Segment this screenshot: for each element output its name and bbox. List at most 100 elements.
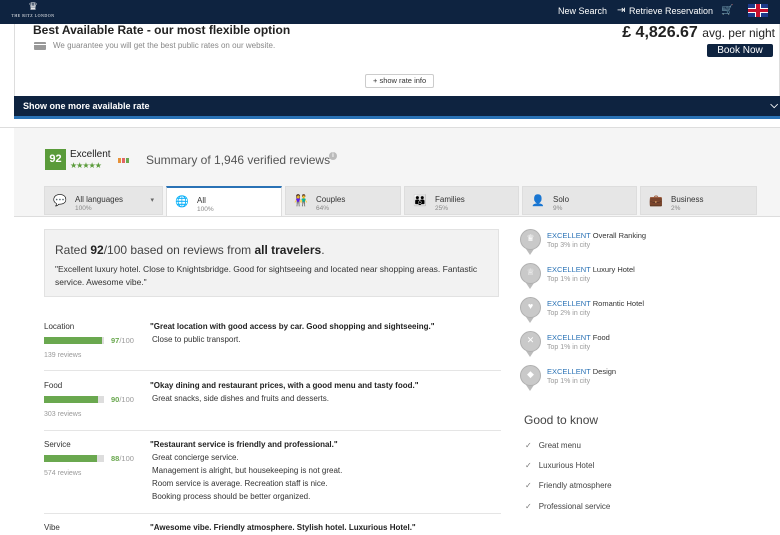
tab-label: All: [197, 196, 206, 205]
medal-icon: ✕: [520, 331, 541, 358]
hotel-logo[interactable]: ♛ THE RITZ LONDON: [6, 1, 60, 23]
score-bar-fill: [44, 337, 103, 344]
check-icon: ✓: [525, 441, 532, 450]
credit-card-icon: [34, 42, 46, 50]
score-badge: 92: [45, 149, 66, 170]
good-to-know-item: ✓ Friendly atmosphere: [525, 481, 612, 490]
retrieve-icon: ⇥: [617, 5, 626, 16]
category-service: Service 88/100 574 reviews "Restaurant s…: [44, 440, 501, 514]
rated-middle: /100 based on reviews from: [103, 243, 255, 257]
tab-all-languages[interactable]: 💬 All languages 100% ▾: [44, 186, 163, 215]
ranking-excellent: EXCELLENT: [547, 367, 591, 376]
tab-percent: 9%: [553, 205, 563, 212]
category-score-max: /100: [119, 336, 134, 345]
tab-solo[interactable]: 👤 Solo 9%: [522, 186, 637, 215]
category-detail: Booking process should be better organiz…: [152, 492, 311, 501]
rate-panel: Best Available Rate - our most flexible …: [14, 23, 780, 96]
category-detail: Close to public transport.: [152, 335, 241, 344]
book-now-button[interactable]: Book Now: [707, 44, 773, 57]
uk-flag-icon[interactable]: [748, 4, 768, 17]
couple-icon: 👫: [294, 195, 308, 207]
good-to-know-item: ✓ Luxurious Hotel: [525, 461, 594, 470]
rate-title: Best Available Rate - our most flexible …: [33, 23, 291, 37]
ranking-sub: Top 3% in city: [547, 242, 591, 249]
score-bar-fill: [44, 396, 98, 403]
rated-quote: "Excellent luxury hotel. Close to Knight…: [55, 264, 478, 287]
category-detail: Great concierge service.: [152, 453, 239, 462]
crest-icon: ♛: [28, 1, 38, 13]
logo-text: THE RITZ LONDON: [11, 13, 55, 18]
tab-label: Business: [671, 195, 704, 204]
ranking-title: EXCELLENT Romantic Hotel: [547, 299, 644, 308]
divider: [14, 216, 780, 217]
tab-label: Couples: [316, 195, 346, 204]
score-word: Excellent: [70, 149, 111, 160]
retrieve-reservation-link[interactable]: Retrieve Reservation: [629, 5, 713, 17]
score-bar: [44, 337, 104, 344]
ranking-label: Design: [592, 367, 617, 376]
category-score: 97/100: [111, 336, 134, 345]
show-rate-info-button[interactable]: + show rate info: [365, 74, 435, 88]
tab-families[interactable]: 👪 Families 25%: [404, 186, 519, 215]
medal-icon: ♥: [520, 297, 541, 324]
ranking-label: Food: [592, 333, 610, 342]
check-icon: ✓: [525, 481, 532, 490]
ranking-sub: Top 2% in city: [547, 310, 591, 317]
tab-percent: 64%: [316, 205, 330, 212]
category-score: 88/100: [111, 454, 134, 463]
price-value: £ 4,826.67: [622, 24, 698, 41]
good-to-know-label: Friendly atmosphere: [538, 481, 612, 490]
ranking-label: Romantic Hotel: [592, 299, 645, 308]
ranking-excellent: EXCELLENT: [547, 265, 591, 274]
category-score-max: /100: [119, 395, 134, 404]
tab-label: Solo: [553, 195, 570, 204]
ranking-title: EXCELLENT Design: [547, 367, 616, 376]
tab-business[interactable]: 💼 Business 2%: [640, 186, 757, 215]
briefcase-icon: 💼: [649, 195, 663, 207]
tab-all[interactable]: 🌐 All 100%: [166, 186, 282, 217]
star-rating: ★★★★★: [70, 161, 102, 170]
rated-audience: all travelers: [254, 243, 322, 257]
info-icon[interactable]: i: [329, 152, 337, 160]
rated-title: Rated 92/100 based on reviews from all t…: [55, 243, 325, 257]
category-headline: "Okay dining and restaurant prices, with…: [150, 381, 419, 390]
show-more-rate-bar[interactable]: Show one more available rate ⌵: [14, 96, 780, 116]
ranking-excellent: EXCELLENT: [547, 299, 591, 308]
tab-percent: 2%: [671, 205, 681, 212]
rating-bars-icon: [118, 150, 133, 163]
good-to-know-label: Great menu: [538, 441, 581, 450]
category-food: Food 90/100 303 reviews "Okay dining and…: [44, 381, 501, 431]
good-to-know-item: ✓ Great menu: [525, 441, 581, 450]
cart-icon[interactable]: 🛒: [721, 5, 733, 17]
medal-icon: ♕: [520, 263, 541, 290]
tab-couples[interactable]: 👫 Couples 64%: [285, 186, 401, 215]
ranking-sub: Top 1% in city: [547, 378, 591, 385]
ranking-item: ♥ EXCELLENT Romantic Hotel Top 2% in cit…: [520, 297, 760, 329]
score-bar: [44, 455, 104, 462]
rated-end: .: [321, 243, 325, 257]
ranking-title: EXCELLENT Overall Ranking: [547, 231, 646, 240]
category-name: Service: [44, 440, 71, 449]
price: £ 4,826.67 avg. per night: [622, 24, 775, 42]
top-navbar: ♛ THE RITZ LONDON New Search ⇥ Retrieve …: [0, 0, 780, 24]
review-count: 303 reviews: [44, 411, 82, 418]
tab-label: All languages: [75, 195, 124, 204]
category-score: 90/100: [111, 395, 134, 404]
tab-percent: 100%: [197, 206, 214, 213]
category-score-max: /100: [119, 454, 134, 463]
ranking-sub: Top 1% in city: [547, 344, 591, 351]
review-count: 139 reviews: [44, 352, 82, 359]
show-more-rate-label: Show one more available rate: [23, 101, 150, 111]
medal-icon: ◆: [520, 365, 541, 392]
category-name: Location: [44, 322, 75, 331]
category-headline: "Restaurant service is friendly and prof…: [150, 440, 338, 449]
category-headline: "Great location with good access by car.…: [150, 322, 435, 331]
ranking-sub: Top 1% in city: [547, 276, 591, 283]
ranking-excellent: EXCELLENT: [547, 231, 591, 240]
category-vibe: Vibe "Awesome vibe. Friendly atmosphere.…: [44, 523, 501, 535]
ranking-item: ♛ EXCELLENT Overall Ranking Top 3% in ci…: [520, 229, 760, 261]
new-search-link[interactable]: New Search: [558, 5, 607, 17]
tab-label: Families: [435, 195, 465, 204]
ranking-label: Luxury Hotel: [592, 265, 635, 274]
category-detail: Great snacks, side dishes and fruits and…: [152, 394, 329, 403]
